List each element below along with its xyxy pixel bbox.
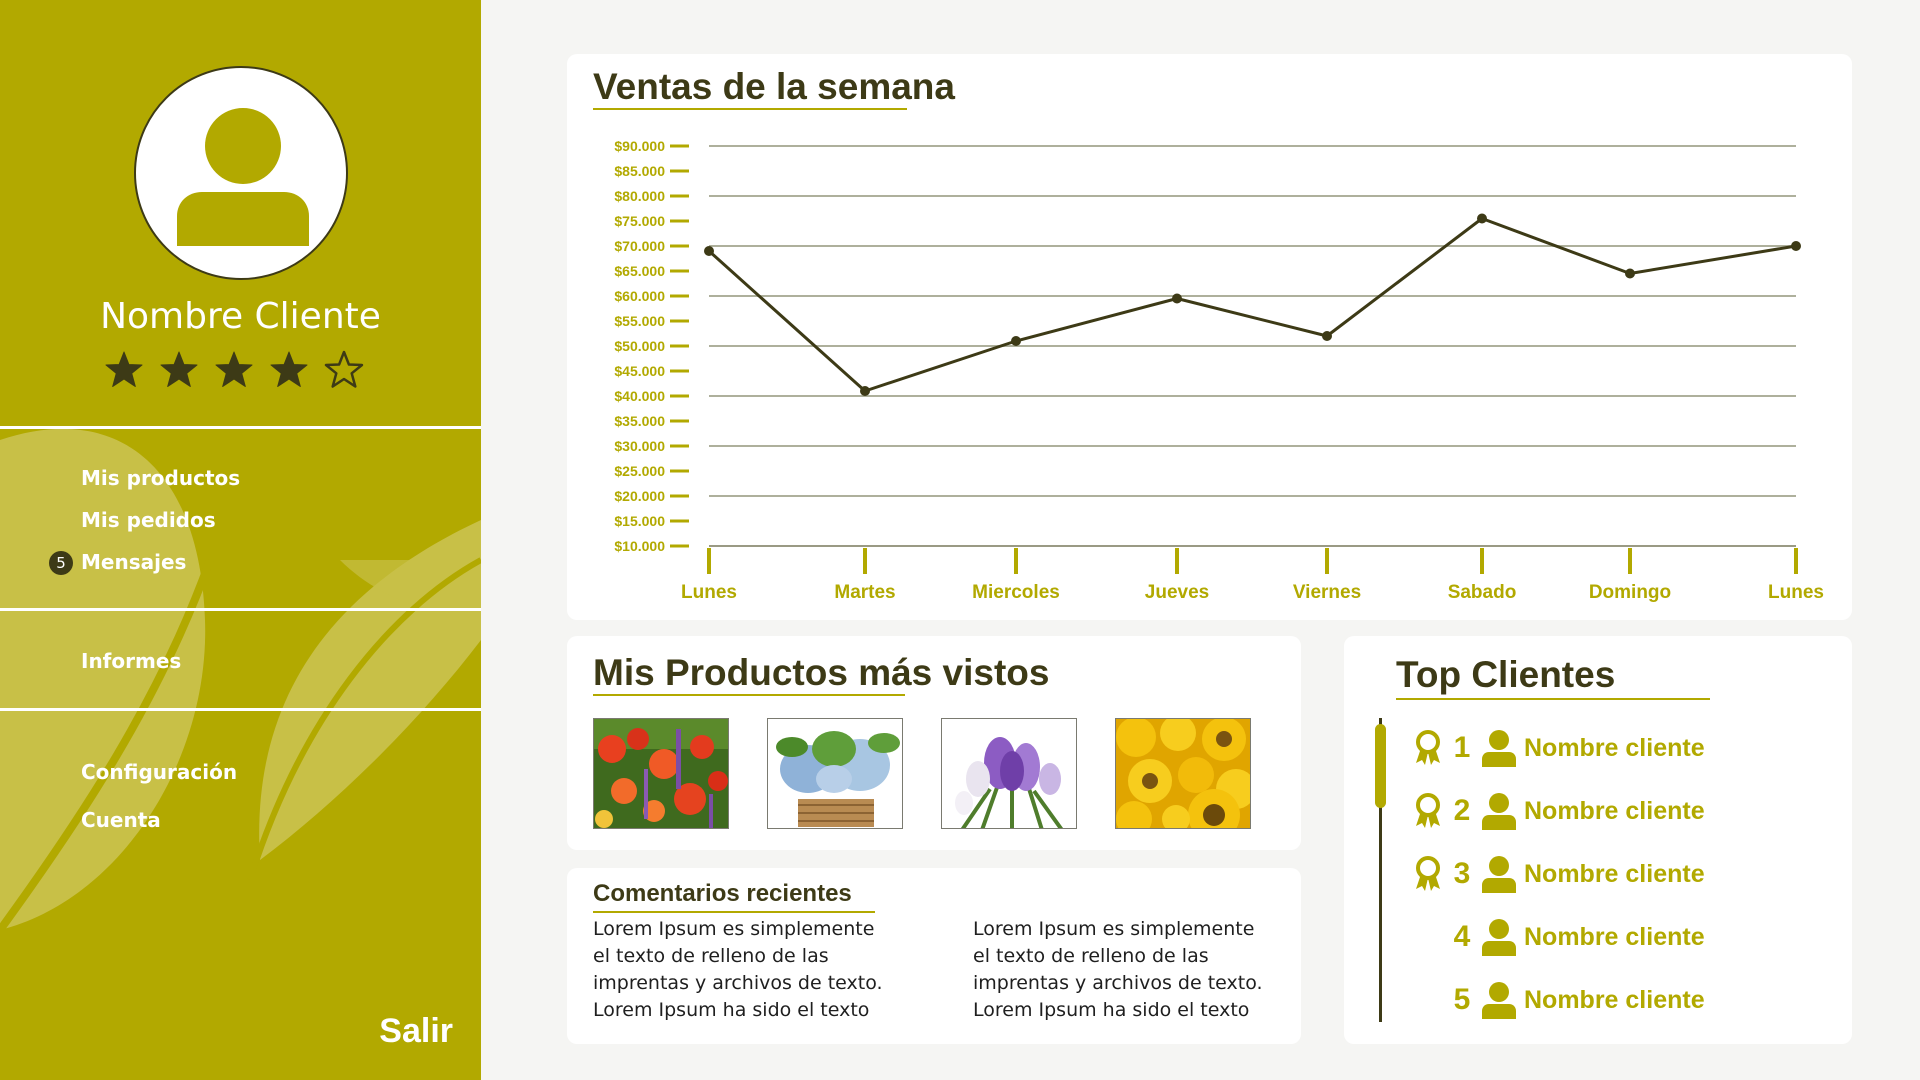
title-underline	[1396, 698, 1710, 700]
comment-text: Lorem Ipsum es simplemente el texto de r…	[973, 918, 1263, 1021]
avatar[interactable]	[134, 66, 348, 280]
top-products-card: Mis Productos más vistos	[567, 636, 1301, 850]
user-icon	[177, 108, 309, 246]
rank-number: 5	[1453, 983, 1471, 1016]
y-tick-label: $15.000	[614, 513, 665, 529]
top-client-row[interactable]: 3 Nombre cliente	[1412, 852, 1705, 896]
y-tick-label: $60.000	[614, 288, 665, 304]
award-ribbon-icon	[1416, 730, 1440, 765]
client-name-label: Nombre cliente	[1524, 733, 1705, 762]
y-tick-label: $75.000	[614, 213, 665, 229]
client-name-label: Nombre cliente	[1524, 922, 1705, 951]
x-tick-label: Viernes	[1293, 582, 1361, 603]
y-tick-label: $40.000	[614, 388, 665, 404]
user-icon	[1482, 793, 1516, 830]
nav-mis-pedidos[interactable]: Mis pedidos	[81, 508, 216, 532]
top-client-row[interactable]: 1 Nombre cliente	[1412, 726, 1705, 770]
client-name-label: Nombre cliente	[1524, 985, 1705, 1014]
top-client-row[interactable]: 2 Nombre cliente	[1412, 789, 1705, 833]
y-tick-label: $85.000	[614, 163, 665, 179]
y-tick-label: $20.000	[614, 488, 665, 504]
sales-line	[707, 217, 1797, 393]
award-ribbon-icon	[1416, 856, 1440, 891]
client-name-label: Nombre cliente	[1524, 796, 1705, 825]
y-tick-label: $10.000	[614, 538, 665, 554]
star-filled-icon	[105, 351, 143, 387]
rank-number: 1	[1453, 731, 1471, 764]
y-tick-label: $50.000	[614, 338, 665, 354]
top-clients-card: Top Clientes 1 Nombre cliente 2 Nombre clie…	[1344, 636, 1852, 1044]
title-underline	[593, 911, 875, 913]
top-clients-title: Top Clientes	[1396, 654, 1616, 695]
hydrangea-basket-image[interactable]	[767, 718, 903, 829]
client-name: Nombre Cliente	[100, 296, 381, 337]
x-tick-label: Lunes	[1768, 582, 1824, 603]
products-title: Mis Productos más vistos	[593, 652, 1050, 693]
client-name-label: Nombre cliente	[1524, 859, 1705, 888]
data-point[interactable]	[1172, 293, 1182, 304]
nav-cuenta[interactable]: Cuenta	[81, 808, 161, 832]
x-tick-label: Domingo	[1589, 582, 1671, 603]
award-ribbon-icon	[1416, 793, 1440, 828]
sunflowers-image[interactable]	[1115, 718, 1251, 829]
data-point[interactable]	[1011, 336, 1021, 346]
nav-configuracion[interactable]: Configuración	[81, 760, 237, 784]
data-point[interactable]	[1322, 331, 1332, 341]
divider	[0, 708, 481, 711]
x-tick-label: Miercoles	[972, 582, 1060, 603]
y-tick-label: $25.000	[614, 463, 665, 479]
y-tick-label: $55.000	[614, 313, 665, 329]
red-poppies-image[interactable]	[593, 718, 729, 829]
y-tick-label: $35.000	[614, 413, 665, 429]
user-icon	[1482, 919, 1516, 956]
star-filled-icon	[270, 351, 308, 387]
messages-count-badge: 5	[49, 551, 73, 575]
x-tick-label: Martes	[834, 582, 895, 603]
ranking-timeline-scroll[interactable]	[1375, 724, 1386, 808]
crocus-image[interactable]	[941, 718, 1077, 829]
user-icon	[1482, 730, 1516, 767]
logout-button[interactable]: Salir	[379, 1012, 453, 1051]
x-tick-label: Sabado	[1448, 582, 1517, 603]
rank-number: 4	[1453, 920, 1471, 953]
divider	[0, 426, 481, 429]
data-point[interactable]	[1625, 268, 1635, 279]
data-point[interactable]	[1477, 213, 1487, 224]
x-tick-label: Lunes	[681, 582, 737, 603]
star-filled-icon	[215, 351, 253, 387]
y-tick-label: $65.000	[614, 263, 665, 279]
sales-chart-card: Ventas de la semana $10.000 $15.000 $20.00…	[567, 54, 1852, 620]
y-tick-label: $80.000	[614, 188, 665, 204]
data-point[interactable]	[704, 246, 714, 256]
star-filled-icon	[160, 351, 198, 387]
data-point[interactable]	[1791, 241, 1801, 251]
y-tick-label: $30.000	[614, 438, 665, 454]
rating-stars	[104, 350, 364, 390]
y-tick-label: $45.000	[614, 363, 665, 379]
sidebar: Nombre Cliente Mis productos Mis pedidos…	[0, 0, 481, 1080]
empty-slot	[1412, 982, 1444, 1018]
nav-mis-productos[interactable]: Mis productos	[81, 466, 240, 490]
star-empty-icon	[324, 350, 364, 388]
user-icon	[1482, 856, 1516, 893]
user-icon	[1482, 982, 1516, 1019]
y-tick-label: $70.000	[614, 238, 665, 254]
top-client-row[interactable]: 5 Nombre cliente	[1412, 978, 1705, 1022]
nav-mensajes[interactable]: Mensajes	[81, 550, 186, 574]
rank-number: 2	[1453, 794, 1471, 827]
divider	[0, 608, 481, 611]
data-point[interactable]	[860, 386, 870, 396]
nav-informes[interactable]: Informes	[81, 649, 181, 673]
empty-slot	[1412, 919, 1444, 955]
title-underline	[593, 694, 905, 696]
comments-title: Comentarios recientes	[593, 880, 852, 907]
y-tick-label: $90.000	[614, 138, 665, 154]
rank-number: 3	[1453, 857, 1471, 890]
top-client-row[interactable]: 4 Nombre cliente	[1412, 915, 1705, 959]
recent-comments-card: Comentarios recientes Lorem Ipsum es sim…	[567, 868, 1301, 1044]
sales-line-chart: $10.000 $15.000 $20.000 $25.000 $30.000 $35.0…	[614, 138, 1824, 603]
x-tick-label: Jueves	[1145, 582, 1209, 603]
comment-text: Lorem Ipsum es simplemente el texto de r…	[593, 918, 883, 1021]
